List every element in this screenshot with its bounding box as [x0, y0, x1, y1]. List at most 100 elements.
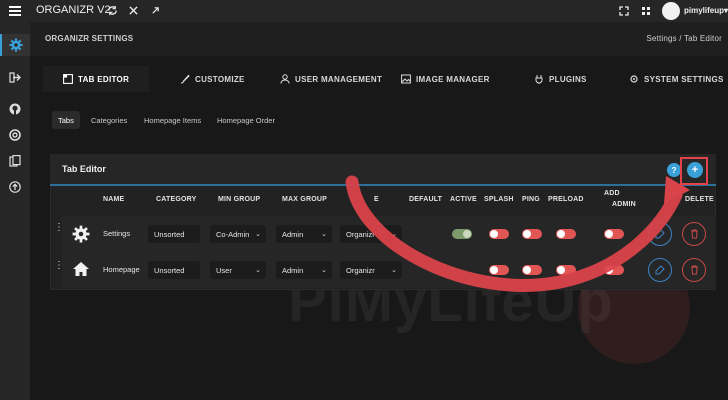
tab-label: SYSTEM SETTINGS [644, 74, 724, 84]
hamburger-menu-icon[interactable] [8, 4, 22, 18]
sidebar-item-help[interactable] [0, 126, 30, 144]
tab-tab-editor[interactable]: TAB EDITOR [43, 66, 150, 92]
close-icon[interactable] [126, 3, 140, 17]
subtab-homepage-order[interactable]: Homepage Order [211, 111, 281, 129]
app-title[interactable]: ORGANIZR V2 [36, 4, 111, 16]
subtab-tabs[interactable]: Tabs [52, 111, 80, 129]
splash-toggle[interactable] [489, 265, 509, 275]
trash-icon [690, 265, 698, 275]
edit-button[interactable] [648, 222, 672, 246]
docs-icon [9, 155, 21, 167]
trash-icon [690, 229, 698, 239]
sidebar-item-upload[interactable] [0, 178, 30, 196]
tab-name: Homepage [103, 265, 140, 274]
panel-title: Tab Editor [62, 164, 106, 174]
page-title: ORGANIZR SETTINGS [45, 34, 134, 43]
chevron-down-icon: ⌄ [391, 267, 397, 274]
gear-icon [630, 75, 638, 83]
user-menu[interactable]: pimylifeup▾ [684, 6, 728, 15]
col-default: DEFAULT [409, 196, 443, 203]
min-group-select[interactable]: User ⌄ [210, 261, 266, 279]
ping-toggle[interactable] [522, 229, 542, 239]
type-select[interactable]: Organizr ⌄ [340, 261, 402, 279]
sidebar-item-logout[interactable] [0, 68, 30, 86]
ping-toggle[interactable] [522, 265, 542, 275]
tab-user-management[interactable]: USER MANAGEMENT [280, 66, 382, 92]
min-group-select[interactable]: Co-Admin ⌄ [210, 225, 266, 243]
paint-brush-icon [180, 74, 190, 84]
settings-icon [9, 38, 23, 52]
col-delete: DELETE [685, 196, 714, 203]
username: pimylifeup [684, 6, 725, 15]
notifications-icon[interactable] [639, 4, 653, 18]
select-value: User [216, 265, 232, 275]
select-value: Co-Admin [216, 229, 250, 239]
tab-image-manager[interactable]: IMAGE MANAGER [401, 66, 490, 92]
category-select[interactable]: Unsorted [148, 261, 200, 279]
question-icon: ? [671, 165, 677, 175]
fullscreen-icon[interactable] [617, 4, 631, 18]
type-select[interactable]: Organizr ⌄ [340, 225, 402, 243]
col-splash: SPLASH [484, 196, 514, 203]
add-to-admin-toggle[interactable] [604, 265, 624, 275]
chevron-down-icon: ⌄ [255, 267, 261, 274]
edit-icon [655, 229, 665, 239]
max-group-select[interactable]: Admin ⌄ [276, 261, 332, 279]
panel-header: Tab Editor ? + [50, 154, 716, 186]
external-link-icon[interactable] [148, 3, 162, 17]
chevron-down-icon: ⌄ [321, 267, 327, 274]
col-preload: PRELOAD [548, 196, 584, 203]
breadcrumb[interactable]: Settings / Tab Editor [646, 34, 722, 43]
edit-button[interactable] [648, 258, 672, 282]
tab-label: TAB EDITOR [78, 74, 130, 84]
subtab-categories[interactable]: Categories [85, 111, 133, 129]
help-icon [9, 129, 21, 141]
top-bar: ORGANIZR V2 pimylifeup▾ [0, 0, 728, 22]
chevron-down-icon: ⌄ [255, 231, 261, 238]
category-select[interactable]: Unsorted [148, 225, 200, 243]
active-toggle[interactable] [452, 229, 472, 239]
sidebar-item-docs[interactable] [0, 152, 30, 170]
chevron-down-icon: ⌄ [391, 231, 397, 238]
tab-label: IMAGE MANAGER [416, 74, 490, 84]
preload-toggle[interactable] [556, 229, 576, 239]
chevron-down-icon: ▾ [724, 6, 728, 15]
col-add-to-admin-line1: ADD [604, 190, 620, 197]
gear-icon [72, 225, 90, 248]
tab-system-settings[interactable]: SYSTEM SETTINGS [629, 66, 724, 92]
splash-toggle[interactable] [489, 229, 509, 239]
tab-plugins[interactable]: PLUGINS [534, 66, 587, 92]
col-category: CATEGORY [156, 196, 197, 203]
max-group-select[interactable]: Admin ⌄ [276, 225, 332, 243]
col-active: ACTIVE [450, 196, 477, 203]
sidebar-item-settings[interactable] [0, 34, 30, 56]
select-value: Unsorted [154, 265, 185, 275]
delete-button[interactable] [682, 258, 706, 282]
select-value: Admin [282, 265, 304, 275]
user-icon [280, 74, 290, 84]
preload-toggle[interactable] [556, 265, 576, 275]
upload-icon [9, 181, 21, 193]
tab-label: CUSTOMIZE [195, 74, 245, 84]
image-icon [401, 74, 411, 84]
help-button[interactable]: ? [667, 163, 681, 177]
refresh-icon[interactable] [105, 3, 119, 17]
delete-button[interactable] [682, 222, 706, 246]
sidebar-item-github[interactable] [0, 100, 30, 118]
tab-name: Settings [103, 229, 131, 238]
col-min-group: MIN GROUP [218, 196, 261, 203]
logout-icon [9, 71, 21, 83]
tab-label: USER MANAGEMENT [295, 74, 383, 84]
col-name: NAME [103, 196, 125, 203]
add-to-admin-toggle[interactable] [604, 229, 624, 239]
avatar[interactable] [662, 2, 680, 20]
col-ping: PING [522, 196, 540, 203]
col-max-group: MAX GROUP [282, 196, 327, 203]
add-button-highlight [680, 157, 708, 185]
subtab-homepage-items[interactable]: Homepage Items [138, 111, 207, 129]
edit-icon [655, 265, 665, 275]
github-icon [9, 103, 21, 115]
col-add-to-admin-line2: ADMIN [612, 201, 636, 208]
table-row: Settings Unsorted Co-Admin ⌄ Admin ⌄ Organ… [62, 216, 716, 252]
tab-customize[interactable]: CUSTOMIZE [180, 66, 245, 92]
